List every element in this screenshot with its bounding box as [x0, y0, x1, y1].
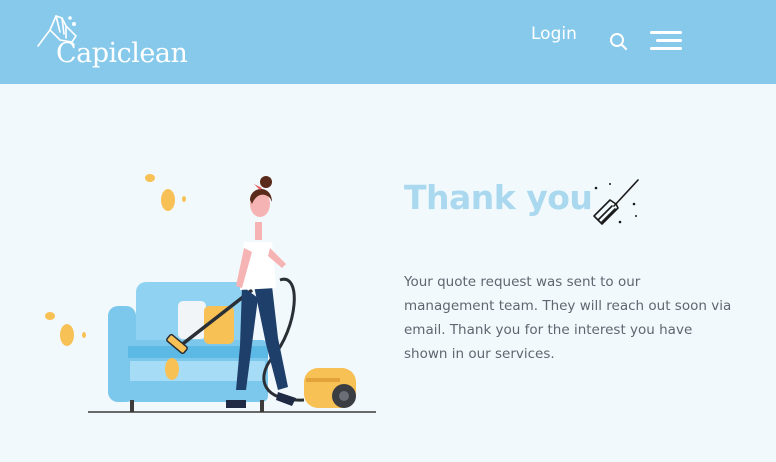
search-icon	[610, 33, 628, 51]
site-header: Capiclean Login	[0, 0, 776, 84]
logo-text: Capiclean	[56, 38, 188, 69]
menu-line	[656, 39, 682, 42]
thank-you-heading: Thank you	[404, 178, 593, 217]
login-link[interactable]: Login	[531, 24, 577, 44]
broom-icon	[593, 179, 639, 225]
menu-line	[650, 47, 682, 50]
search-button[interactable]	[607, 30, 629, 52]
logo[interactable]: Capiclean	[36, 12, 188, 72]
woman-vacuuming-sofa-illustration	[45, 174, 376, 413]
hamburger-menu-icon[interactable]	[648, 29, 684, 53]
confirmation-message: Your quote request was sent to our manag…	[404, 273, 732, 362]
menu-line	[650, 31, 682, 34]
